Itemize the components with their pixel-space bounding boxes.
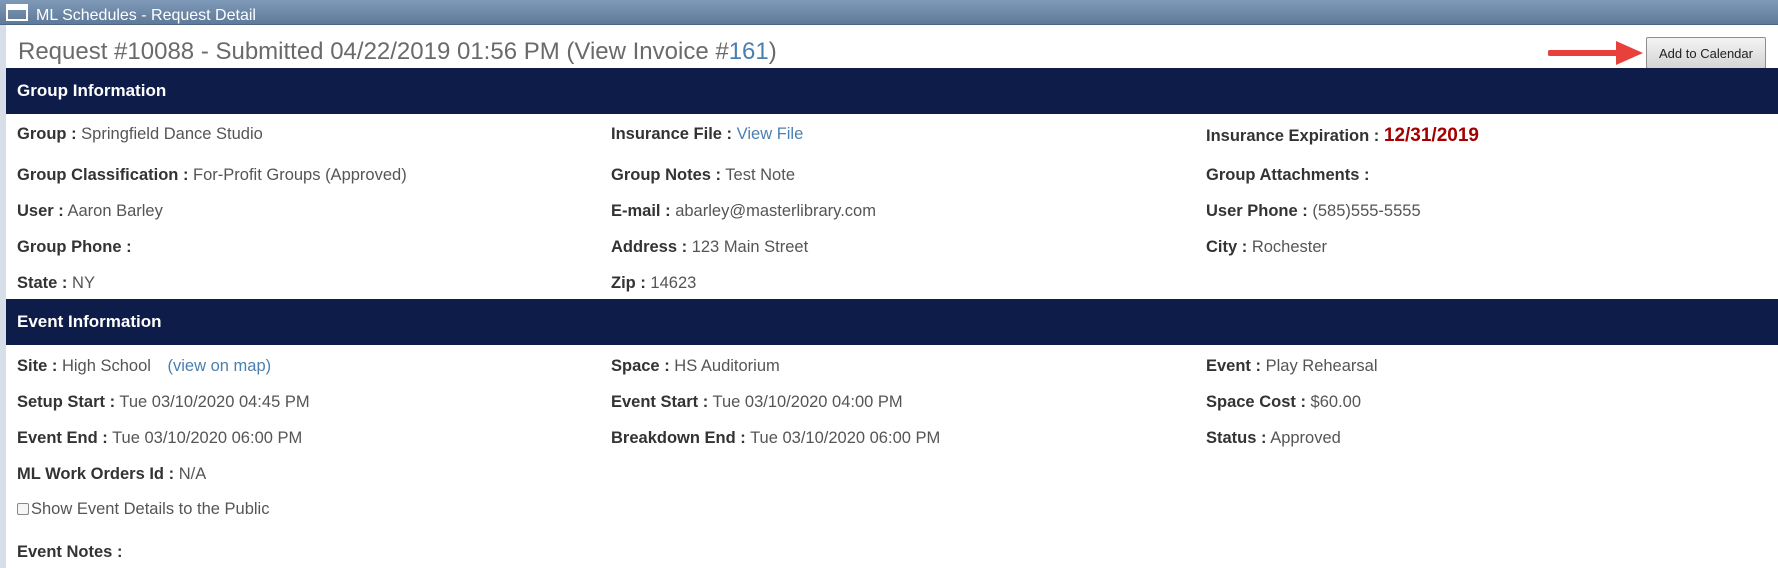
add-to-calendar-button[interactable]: Add to Calendar — [1646, 37, 1766, 69]
status-label: Status : — [1206, 429, 1267, 447]
state-label: State : — [17, 274, 68, 292]
site-label: Site : — [17, 357, 58, 375]
group-notes-field: Group Notes : Test Note — [611, 165, 795, 185]
event-information-header: Event Information — [6, 299, 1778, 345]
user-value: Aaron Barley — [67, 202, 163, 220]
invoice-link[interactable]: 161 — [729, 38, 769, 65]
show-public-checkbox[interactable] — [17, 503, 29, 515]
event-value: Play Rehearsal — [1265, 357, 1378, 375]
group-classification-field: Group Classification : For-Profit Groups… — [17, 165, 407, 185]
address-field: Address : 123 Main Street — [611, 237, 808, 257]
space-cost-field: Space Cost : $60.00 — [1206, 392, 1361, 412]
state-value: NY — [72, 274, 95, 292]
event-start-label: Event Start : — [611, 393, 709, 411]
breakdown-end-field: Breakdown End : Tue 03/10/2020 06:00 PM — [611, 428, 940, 448]
space-field: Space : HS Auditorium — [611, 356, 780, 376]
user-label: User : — [17, 202, 64, 220]
user-phone-field: User Phone : (585)555-5555 — [1206, 201, 1421, 221]
user-phone-value: (585)555-5555 — [1312, 202, 1421, 220]
group-attachments-label: Group Attachments : — [1206, 166, 1370, 184]
group-classification-label: Group Classification : — [17, 166, 189, 184]
status-value: Approved — [1270, 429, 1341, 447]
event-notes-field: Event Notes : — [17, 542, 122, 562]
group-attachments-field: Group Attachments : — [1206, 165, 1369, 185]
event-notes-label: Event Notes : — [17, 543, 123, 561]
breakdown-end-value: Tue 03/10/2020 06:00 PM — [750, 429, 941, 447]
event-end-label: Event End : — [17, 429, 108, 447]
user-phone-label: User Phone : — [1206, 202, 1308, 220]
insurance-file-field: Insurance File : View File — [611, 124, 803, 144]
group-value: Springfield Dance Studio — [81, 125, 263, 143]
city-value: Rochester — [1251, 238, 1328, 256]
event-field: Event : Play Rehearsal — [1206, 356, 1378, 376]
event-end-field: Event End : Tue 03/10/2020 06:00 PM — [17, 428, 302, 448]
group-notes-label: Group Notes : — [611, 166, 721, 184]
event-start-field: Event Start : Tue 03/10/2020 04:00 PM — [611, 392, 903, 412]
group-phone-label: Group Phone : — [17, 238, 132, 256]
city-field: City : Rochester — [1206, 237, 1327, 257]
insurance-expiration-value: 12/31/2019 — [1383, 125, 1479, 146]
zip-value: 14623 — [650, 274, 697, 292]
show-public-label[interactable]: Show Event Details to the Public — [31, 500, 269, 518]
email-value: abarley@masterlibrary.com — [675, 202, 876, 220]
setup-start-value: Tue 03/10/2020 04:45 PM — [119, 393, 310, 411]
view-file-link[interactable]: View File — [737, 125, 804, 143]
window-icon — [6, 4, 28, 21]
show-public-option[interactable]: Show Event Details to the Public — [17, 500, 269, 519]
email-label: E-mail : — [611, 202, 671, 220]
work-orders-label: ML Work Orders Id : — [17, 465, 175, 483]
window-titlebar: ML Schedules - Request Detail — [0, 0, 1778, 25]
insurance-expiration-label: Insurance Expiration : — [1206, 127, 1380, 145]
group-label: Group : — [17, 125, 77, 143]
space-cost-value: $60.00 — [1310, 393, 1362, 411]
view-on-map-link[interactable]: (view on map) — [168, 357, 272, 375]
window-title: ML Schedules - Request Detail — [36, 7, 256, 24]
address-value: 123 Main Street — [691, 238, 809, 256]
user-field: User : Aaron Barley — [17, 201, 163, 221]
event-label: Event : — [1206, 357, 1262, 375]
city-label: City : — [1206, 238, 1248, 256]
breakdown-end-label: Breakdown End : — [611, 429, 746, 447]
zip-field: Zip : 14623 — [611, 273, 696, 293]
group-phone-field: Group Phone : — [17, 237, 132, 257]
work-orders-field: ML Work Orders Id : N/A — [17, 464, 206, 484]
space-label: Space : — [611, 357, 670, 375]
setup-start-field: Setup Start : Tue 03/10/2020 04:45 PM — [17, 392, 310, 412]
event-end-value: Tue 03/10/2020 06:00 PM — [112, 429, 303, 447]
state-field: State : NY — [17, 273, 95, 293]
zip-label: Zip : — [611, 274, 646, 292]
space-value: HS Auditorium — [674, 357, 780, 375]
address-label: Address : — [611, 238, 688, 256]
setup-start-label: Setup Start : — [17, 393, 116, 411]
request-title-text: Request #10088 - Submitted 04/22/2019 01… — [18, 38, 729, 65]
group-notes-value: Test Note — [725, 166, 795, 184]
work-orders-value: N/A — [178, 465, 207, 483]
group-classification-value: For-Profit Groups (Approved) — [193, 166, 407, 184]
arrow-icon — [1548, 41, 1643, 65]
request-title-suffix: ) — [768, 38, 777, 65]
event-start-value: Tue 03/10/2020 04:00 PM — [712, 393, 903, 411]
email-field: E-mail : abarley@masterlibrary.com — [611, 201, 876, 221]
site-value: High School — [61, 357, 151, 375]
insurance-file-label: Insurance File : — [611, 125, 733, 143]
site-field: Site : High School (view on map) — [17, 356, 271, 376]
group-field: Group : Springfield Dance Studio — [17, 124, 263, 144]
group-information-header: Group Information — [6, 68, 1778, 114]
page-title: Request #10088 - Submitted 04/22/2019 01… — [18, 36, 777, 68]
space-cost-label: Space Cost : — [1206, 393, 1306, 411]
status-field: Status : Approved — [1206, 428, 1341, 448]
insurance-expiration-field: Insurance Expiration : 12/31/2019 — [1206, 126, 1479, 146]
